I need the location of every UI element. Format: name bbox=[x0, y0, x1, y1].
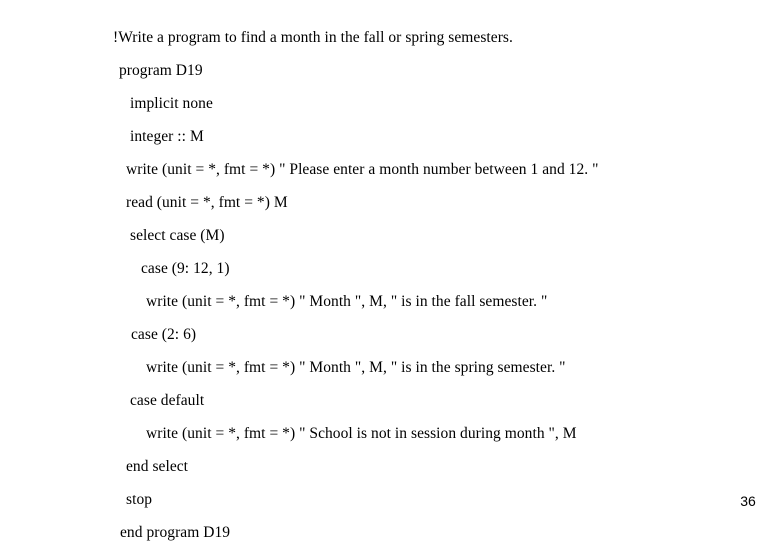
code-line: program D19 bbox=[119, 62, 203, 79]
code-line: !Write a program to find a month in the … bbox=[113, 29, 513, 46]
page-number: 36 bbox=[740, 493, 756, 509]
code-line: end select bbox=[126, 458, 189, 475]
slide-canvas: !Write a program to find a month in the … bbox=[0, 0, 780, 541]
code-line: case (2: 6) bbox=[131, 326, 197, 343]
code-line: write (unit = *, fmt = *) " School is no… bbox=[146, 425, 577, 442]
code-line: case (9: 12, 1) bbox=[141, 260, 230, 277]
code-line: write (unit = *, fmt = *) " Month ", M, … bbox=[146, 359, 566, 376]
code-line: stop bbox=[126, 491, 153, 508]
code-line: write (unit = *, fmt = *) " Month ", M, … bbox=[146, 293, 548, 310]
code-line: case default bbox=[130, 392, 205, 409]
code-line: end program D19 bbox=[120, 524, 231, 541]
code-line: integer :: M bbox=[130, 128, 204, 145]
code-line: write (unit = *, fmt = *) " Please enter… bbox=[126, 161, 599, 178]
code-line: implicit none bbox=[130, 95, 213, 112]
code-line: read (unit = *, fmt = *) M bbox=[126, 194, 288, 211]
code-listing: !Write a program to find a month in the … bbox=[0, 21, 780, 549]
code-line: select case (M) bbox=[130, 227, 225, 244]
